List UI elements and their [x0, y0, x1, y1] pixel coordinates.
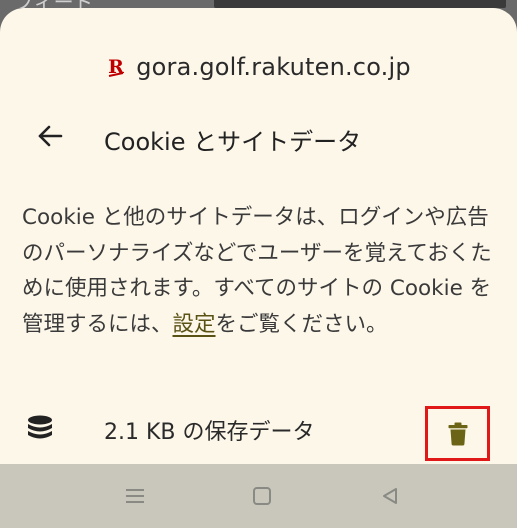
- site-info-sheet: R gora.golf.rakuten.co.jp Cookie とサイトデータ…: [0, 8, 517, 464]
- stored-data-row: 2.1 KB の保存データ: [0, 406, 517, 461]
- arrow-left-icon: [38, 125, 63, 147]
- recents-button[interactable]: [115, 482, 155, 510]
- system-navigation-bar: [0, 464, 517, 528]
- site-domain: gora.golf.rakuten.co.jp: [136, 53, 411, 81]
- home-button[interactable]: [242, 482, 282, 510]
- database-icon: [28, 415, 52, 439]
- recents-menu-icon: [126, 489, 144, 503]
- header: Cookie とサイトデータ: [0, 116, 517, 156]
- stored-data-label: 2.1 KB の保存データ: [104, 420, 315, 445]
- home-square-icon: [253, 487, 271, 505]
- screen: フィード R gora.golf.rakuten.co.jp Cookie とサ…: [0, 0, 517, 528]
- background-field: [214, 0, 506, 8]
- delete-data-button[interactable]: [425, 406, 490, 461]
- background-text: フィード: [14, 0, 154, 8]
- description-text-end: をご覧ください。: [215, 311, 388, 337]
- rakuten-r-icon: R: [106, 56, 126, 78]
- back-triangle-icon: [383, 488, 397, 504]
- cookie-description: Cookie と他のサイトデータは、ログインや広告のパーソナライズなどでユーザー…: [22, 200, 498, 342]
- trash-icon: [448, 422, 467, 445]
- settings-link[interactable]: 設定: [173, 312, 216, 337]
- page-title: Cookie とサイトデータ: [104, 128, 362, 156]
- site-row: R gora.golf.rakuten.co.jp: [0, 52, 517, 82]
- system-back-button[interactable]: [370, 482, 410, 510]
- back-button[interactable]: [26, 116, 74, 156]
